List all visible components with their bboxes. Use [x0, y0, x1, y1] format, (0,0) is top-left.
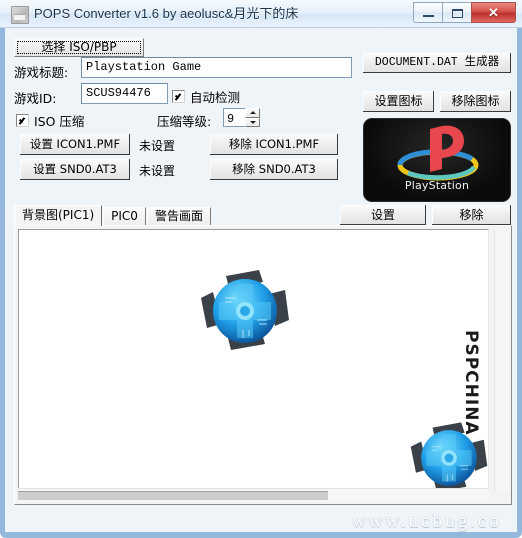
stepper-down-button[interactable] [245, 117, 260, 127]
tab-pic0[interactable]: PIC0 [103, 207, 146, 226]
remove-icon-button[interactable]: 移除图标 [440, 91, 511, 112]
checkbox-icon [16, 114, 29, 127]
window-title: POPS Converter v1.6 by aeolusc&月光下的床 [34, 6, 299, 21]
remove-icon1-pmf-button[interactable]: 移除 ICON1.PMF [210, 134, 338, 155]
close-button[interactable]: ✕ [471, 2, 516, 23]
auto-detect-checkbox[interactable]: 自动检测 [172, 87, 240, 106]
set-image-button[interactable]: 设置 [340, 205, 426, 225]
set-snd0-label: 设置 SND0.AT3 [33, 162, 117, 176]
set-icon1-pmf-button[interactable]: 设置 ICON1.PMF [20, 134, 130, 155]
iso-compress-checkbox[interactable]: ISO 压缩 [16, 111, 84, 130]
stepper-up-button[interactable] [245, 108, 260, 118]
blue-tech-emblem [201, 270, 289, 350]
set-icon-label: 设置图标 [374, 94, 423, 108]
document-dat-generator-button[interactable]: DOCUMENT.DAT 生成器 [363, 53, 511, 73]
scrollbar-thumb[interactable] [18, 491, 328, 500]
auto-detect-label: 自动检测 [190, 90, 241, 105]
site-watermark: www.ucbug.co [352, 511, 502, 532]
iso-compress-label: ISO 压缩 [34, 114, 85, 129]
maximize-button[interactable] [442, 2, 471, 23]
tab-label: 警告画面 [154, 209, 203, 223]
tab-background-pic1[interactable]: 背景图(PIC1) [14, 205, 103, 226]
remove-snd0-label: 移除 SND0.AT3 [232, 162, 316, 176]
tab-warning-screen[interactable]: 警告画面 [146, 207, 211, 226]
pspchina-watermark: PSPCHINA [461, 330, 481, 436]
remove-image-button[interactable]: 移除 [432, 205, 511, 225]
checkbox-icon [172, 90, 185, 103]
maximize-icon [452, 9, 463, 18]
set-icon-button[interactable]: 设置图标 [363, 91, 434, 112]
snd0-status-text: 未设置 [139, 164, 176, 178]
image-preview-panel: PSPCHINA [14, 225, 512, 505]
application-window: POPS Converter v1.6 by aeolusc&月光下的床 ✕ 选… [0, 0, 522, 538]
stepper-buttons [245, 108, 260, 127]
game-title-label: 游戏标题: [14, 65, 69, 80]
vertical-scrollbar[interactable] [494, 229, 509, 492]
remove-snd0-at3-button[interactable]: 移除 SND0.AT3 [210, 159, 338, 180]
client-area: 选择 ISO/PBP DOCUMENT.DAT 生成器 游戏标题: Playst… [5, 28, 517, 532]
window-controls: ✕ [413, 2, 516, 24]
game-id-input[interactable]: SCUS94476 [81, 83, 168, 104]
tab-label: PIC0 [111, 209, 138, 223]
remove-icon1-label: 移除 ICON1.PMF [228, 137, 320, 151]
set-image-label: 设置 [370, 208, 395, 222]
horizontal-scrollbar[interactable] [18, 488, 489, 502]
select-iso-label: 选择 ISO/PBP [41, 40, 117, 54]
game-id-label: 游戏ID: [14, 91, 57, 106]
minimize-button[interactable] [413, 2, 442, 23]
remove-icon-label: 移除图标 [451, 94, 500, 108]
remove-image-label: 移除 [459, 208, 484, 222]
set-snd0-at3-button[interactable]: 设置 SND0.AT3 [20, 159, 130, 180]
close-icon: ✕ [488, 5, 499, 20]
app-icon [11, 6, 29, 24]
icon1-status-text: 未设置 [139, 139, 176, 153]
tab-label: 背景图(PIC1) [22, 208, 95, 222]
image-canvas[interactable]: PSPCHINA [18, 229, 489, 492]
compress-level-value[interactable]: 9 [223, 108, 245, 127]
set-icon1-label: 设置 ICON1.PMF [29, 137, 121, 151]
compress-level-stepper[interactable]: 9 [223, 108, 260, 127]
game-title-input[interactable]: Playstation Game [81, 57, 352, 78]
select-iso-button[interactable]: 选择 ISO/PBP [14, 38, 144, 57]
minimize-icon [423, 15, 434, 17]
playstation-wordmark: PlayStation [404, 179, 470, 192]
document-dat-label: DOCUMENT.DAT 生成器 [374, 56, 500, 69]
compress-level-label: 压缩等级: [157, 114, 212, 129]
title-bar: POPS Converter v1.6 by aeolusc&月光下的床 ✕ [0, 0, 522, 28]
image-tabs: 背景图(PIC1) PIC0 警告画面 [14, 205, 211, 226]
playstation-logo-preview: PlayStation [363, 118, 511, 202]
